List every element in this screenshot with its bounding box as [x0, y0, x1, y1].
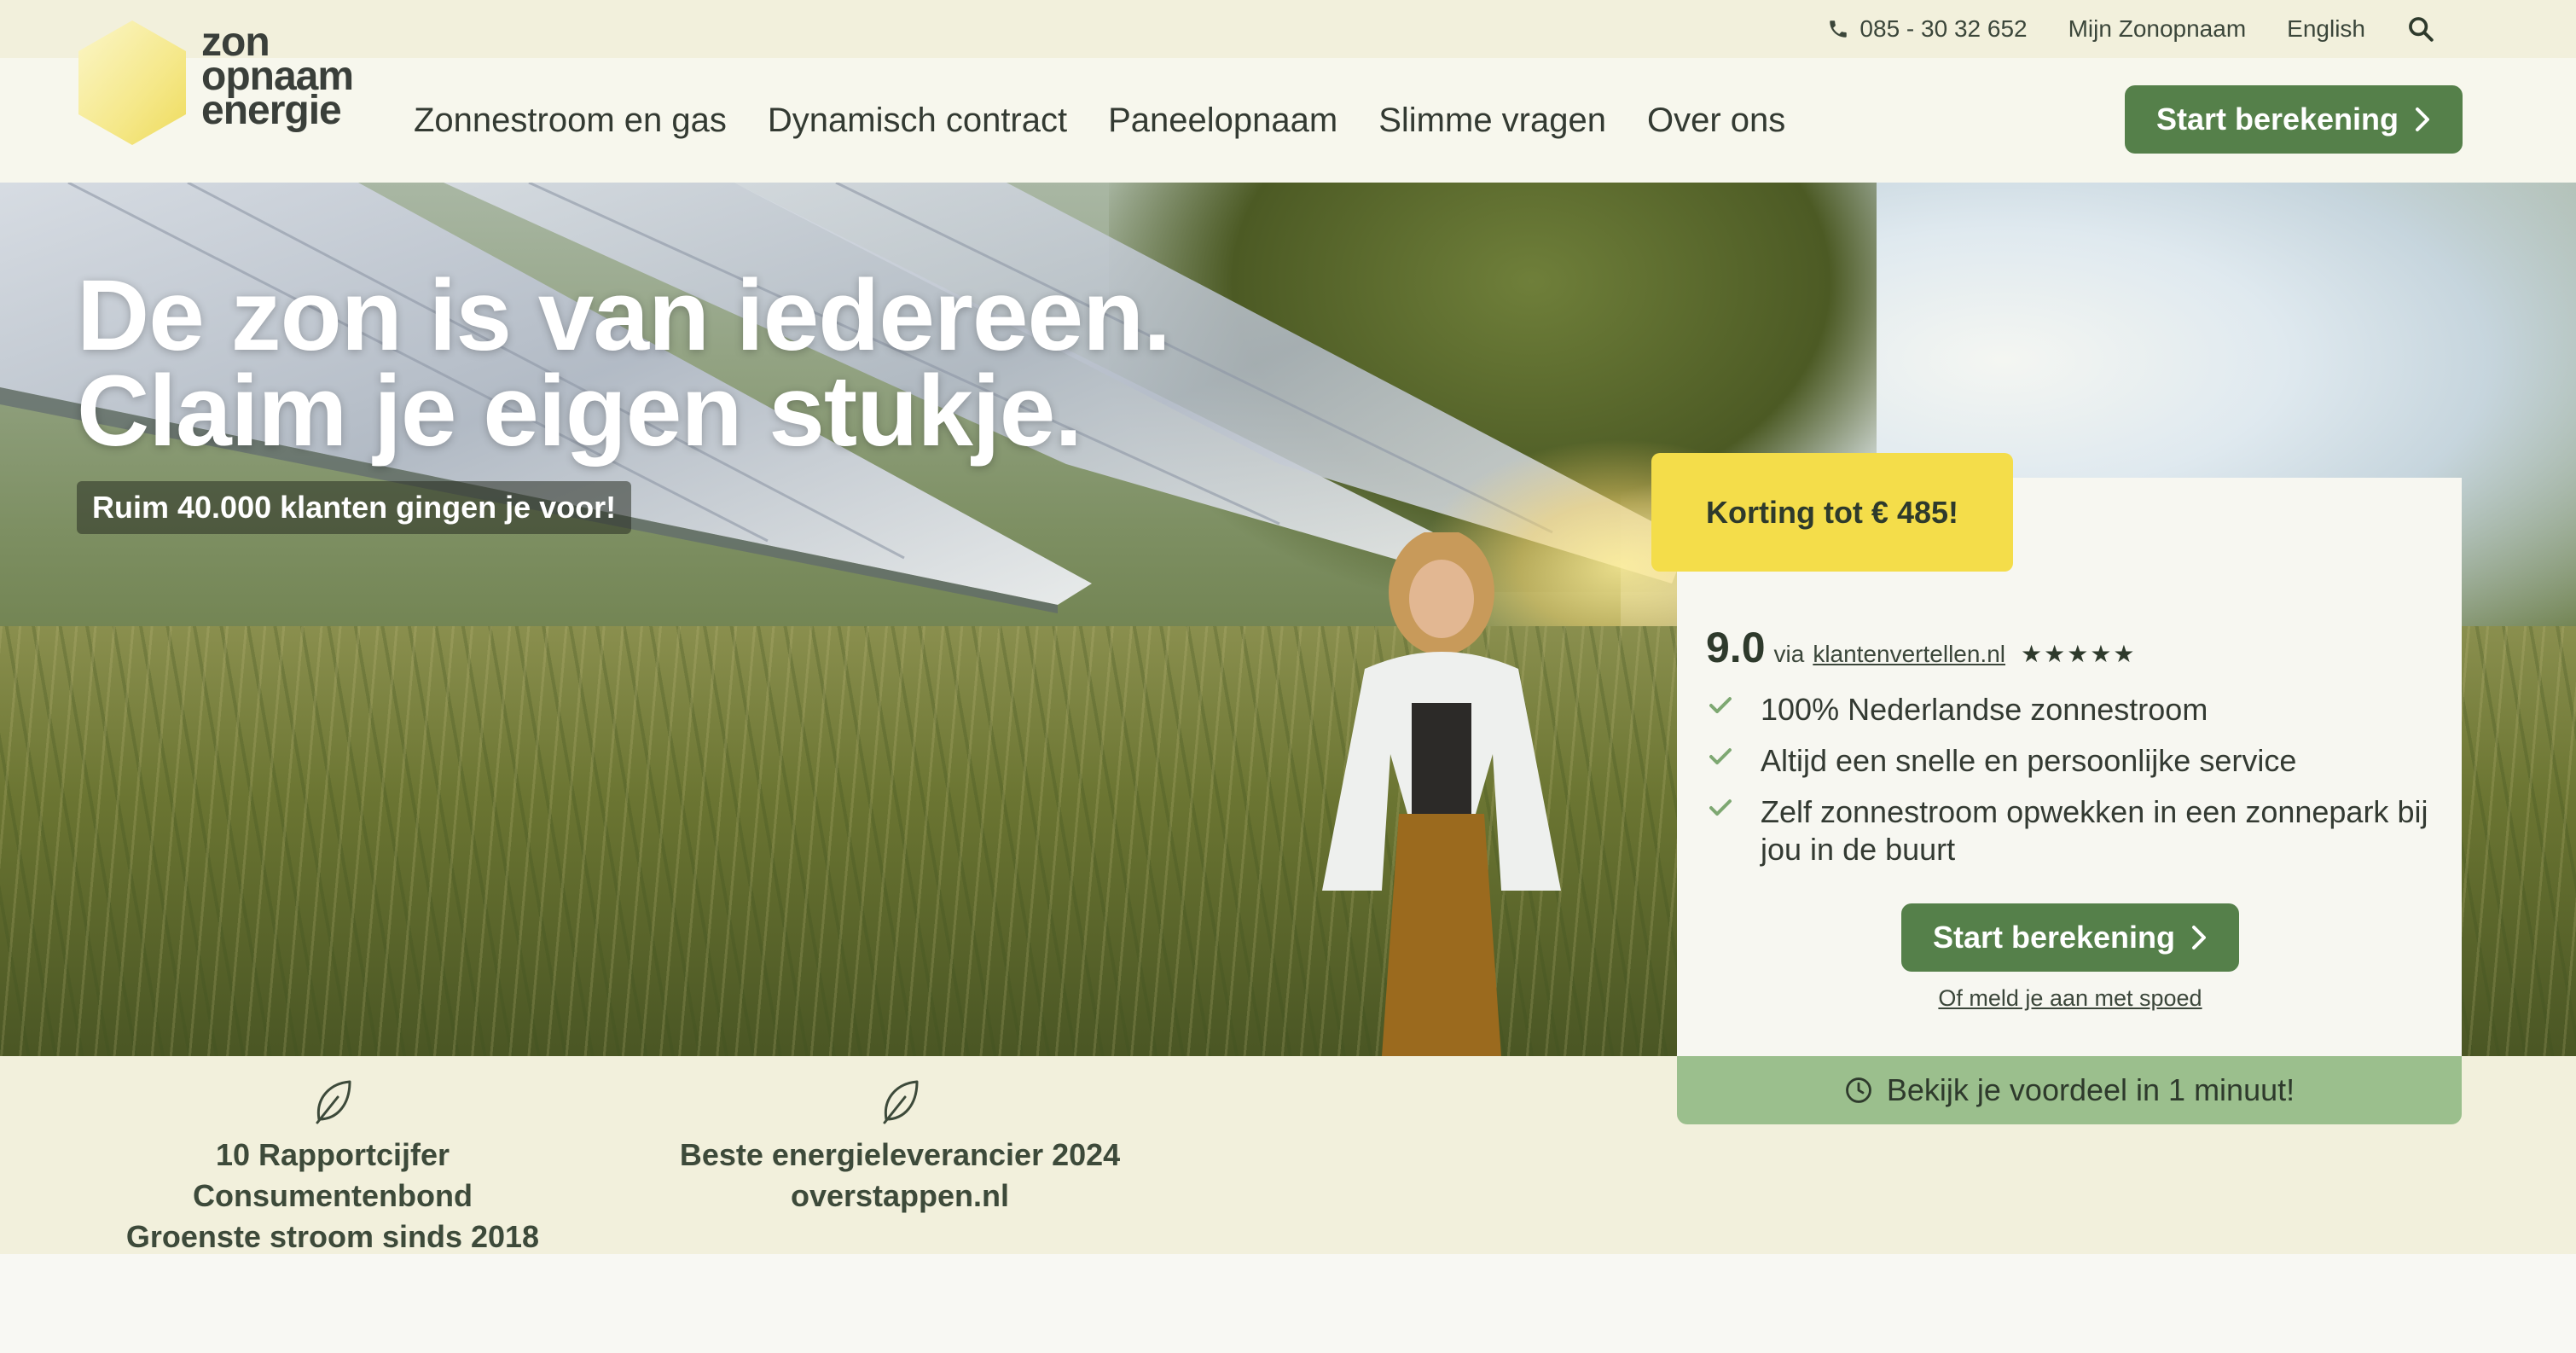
nav-item-zonnestroom[interactable]: Zonnestroom en gas: [414, 102, 727, 140]
card-start-button[interactable]: Start berekening: [1901, 903, 2239, 972]
usp-text: 100% Nederlandse zonnestroom: [1761, 692, 2208, 727]
award-line-1: 10 Rapportcijfer Consumentenbond: [193, 1137, 473, 1213]
hero-title: De zon is van iedereen. Claim je eigen s…: [77, 259, 1171, 467]
phone-number: 085 - 30 32 652: [1859, 15, 2028, 42]
chevron-right-icon: [2416, 107, 2430, 131]
nav-item-over-ons[interactable]: Over ons: [1647, 102, 1785, 140]
usp-text: Altijd een snelle en persoonlijke servic…: [1761, 743, 2297, 778]
usp-item: Zelf zonnestroom opwekken in een zonnepa…: [1706, 793, 2440, 868]
info-strip: Bekijk je voordeel in 1 minuut!: [1677, 1056, 2462, 1124]
leaf-icon: [883, 1080, 919, 1124]
search-icon: [2409, 17, 2434, 42]
phone-icon: [1830, 20, 1848, 38]
usp-item: Altijd een snelle en persoonlijke servic…: [1706, 742, 2440, 780]
award-line-2: Groenste stroom sinds 2018: [125, 1219, 540, 1254]
check-icon: [1709, 748, 1732, 765]
usp-item: 100% Nederlandse zonnestroom: [1706, 691, 2440, 729]
main-nav: Zonnestroom en gas Dynamisch contract Pa…: [414, 58, 1785, 183]
rating-row: 9.0 via klantenvertellen.nl ★★★★★: [1706, 623, 2137, 672]
award-line-2: overstappen.nl: [790, 1178, 1010, 1213]
hero-title-line-1: De zon is van iedereen.: [77, 259, 1171, 372]
usp-text: Zelf zonnestroom opwekken in een zonnepa…: [1761, 794, 2428, 867]
chevron-right-icon: [2192, 926, 2207, 949]
logo[interactable]: zon opnaam energie: [75, 19, 382, 147]
info-strip-text: Bekijk je voordeel in 1 minuut!: [1886, 1072, 2295, 1107]
woman-figure-illustration: [1322, 532, 1561, 1056]
phone-link[interactable]: 085 - 30 32 652: [1827, 15, 2028, 43]
utility-bar: 085 - 30 32 652 Mijn Zonopnaam English: [0, 0, 2576, 58]
card-start-label: Start berekening: [1932, 920, 2176, 955]
logo-wordmark: zon opnaam energie: [201, 22, 354, 133]
discount-tag: Korting tot € 485!: [1651, 453, 2013, 572]
rating-stars-icon: ★★★★★: [2021, 641, 2137, 667]
nav-item-slimme-vragen[interactable]: Slimme vragen: [1378, 102, 1606, 140]
rating-score: 9.0: [1706, 624, 1766, 671]
check-icon: [1709, 697, 1732, 714]
page-bottom-area: [0, 1254, 2576, 1353]
logo-hexagon-icon: [78, 20, 186, 145]
header-start-label: Start berekening: [2155, 102, 2399, 136]
award-line-1: Beste energieleverancier 2024: [679, 1137, 1121, 1172]
check-icon: [1709, 799, 1732, 816]
header-start-button[interactable]: Start berekening: [2125, 85, 2463, 154]
leaf-icon: [316, 1080, 351, 1124]
language-link[interactable]: English: [2287, 15, 2365, 43]
nav-item-paneelopnaam[interactable]: Paneelopnaam: [1108, 102, 1337, 140]
urgent-signup-link[interactable]: Of meld je aan met spoed: [1877, 985, 2264, 1012]
customer-count-badge: Ruim 40.000 klanten gingen je voor!: [77, 481, 632, 534]
award-item: 10 Rapportcijfer Consumentenbond Groenst…: [77, 1078, 589, 1257]
clock-icon: [1846, 1077, 1871, 1103]
nav-item-dynamisch[interactable]: Dynamisch contract: [768, 102, 1067, 140]
account-link[interactable]: Mijn Zonopnaam: [2068, 15, 2247, 43]
rating-via-text: via: [1773, 641, 1805, 667]
hero-title-line-2: Claim je eigen stukje.: [77, 355, 1082, 467]
usp-list: 100% Nederlandse zonnestroom Altijd een …: [1706, 691, 2440, 882]
utility-links: 085 - 30 32 652 Mijn Zonopnaam English: [1827, 0, 2435, 58]
search-button[interactable]: [2406, 15, 2435, 44]
rating-source-link[interactable]: klantenvertellen.nl: [1813, 641, 2005, 668]
logo-line-3: energie: [201, 88, 342, 133]
award-item: Beste energieleverancier 2024 overstappe…: [674, 1078, 1126, 1217]
